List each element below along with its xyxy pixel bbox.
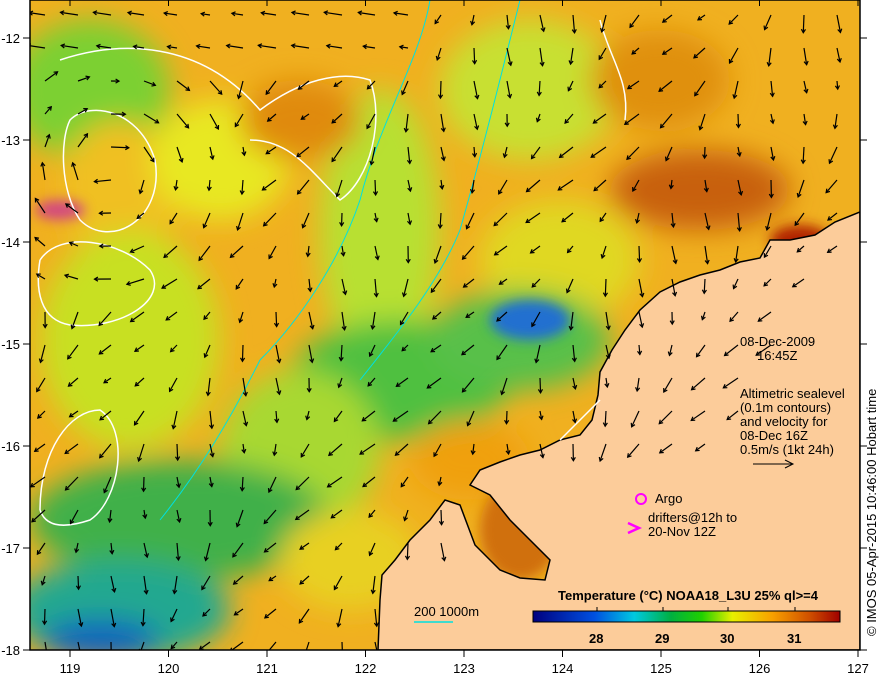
lat-tick-label: -18	[1, 643, 20, 658]
sst-map: 200 1000m 08-Dec-2009 16:45Z Altimetric …	[0, 0, 880, 680]
lon-tick-label: 119	[60, 661, 81, 676]
colorbar-tick-30: 30	[720, 631, 734, 646]
altimetry-note-4: 08-Dec 16Z	[740, 428, 808, 443]
temperature-field: 200 1000m 08-Dec-2009 16:45Z Altimetric …	[30, 0, 860, 650]
lon-tick-label: 124	[552, 661, 574, 676]
argo-label: Argo	[655, 491, 682, 506]
date-label: 08-Dec-2009	[740, 334, 815, 349]
lon-tick-label: 122	[355, 661, 377, 676]
altimetry-note-5: 0.5m/s (1kt 24h)	[740, 442, 834, 457]
credit-text: © IMOS 05-Apr-2015 10:46:00 Hobart time	[864, 389, 879, 636]
drifters-label-2: 20-Nov 12Z	[648, 524, 716, 539]
lat-tick-label: -16	[1, 439, 20, 454]
lat-tick-label: -13	[1, 133, 20, 148]
lat-tick-label: -15	[1, 337, 20, 352]
lon-tick-label: 123	[453, 661, 475, 676]
bathymetry-legend-label: 200 1000m	[414, 604, 479, 619]
colorbar-tick-29: 29	[655, 631, 669, 646]
lon-tick-label: 120	[158, 661, 180, 676]
altimetry-note-2: (0.1m contours)	[740, 400, 831, 415]
lon-tick-label: 121	[256, 661, 278, 676]
lat-tick-label: -14	[1, 235, 20, 250]
lon-tick-label: 126	[749, 661, 771, 676]
colorbar	[532, 610, 841, 623]
lat-tick-label: -17	[1, 541, 20, 556]
time-label: 16:45Z	[757, 348, 798, 363]
colorbar-tick-31: 31	[787, 631, 801, 646]
lon-tick-label: 127	[847, 661, 869, 676]
altimetry-note-3: and velocity for	[740, 414, 828, 429]
colorbar-title: Temperature (°C) NOAA18_L3U 25% ql>=4	[558, 588, 819, 603]
colorbar-tick-28: 28	[589, 631, 603, 646]
lon-tick-label: 125	[650, 661, 672, 676]
map-svg: 200 1000m 08-Dec-2009 16:45Z Altimetric …	[1, 0, 879, 676]
drifters-label-1: drifters@12h to	[648, 510, 737, 525]
altimetry-note-1: Altimetric sealevel	[740, 386, 845, 401]
lat-tick-label: -12	[1, 31, 20, 46]
